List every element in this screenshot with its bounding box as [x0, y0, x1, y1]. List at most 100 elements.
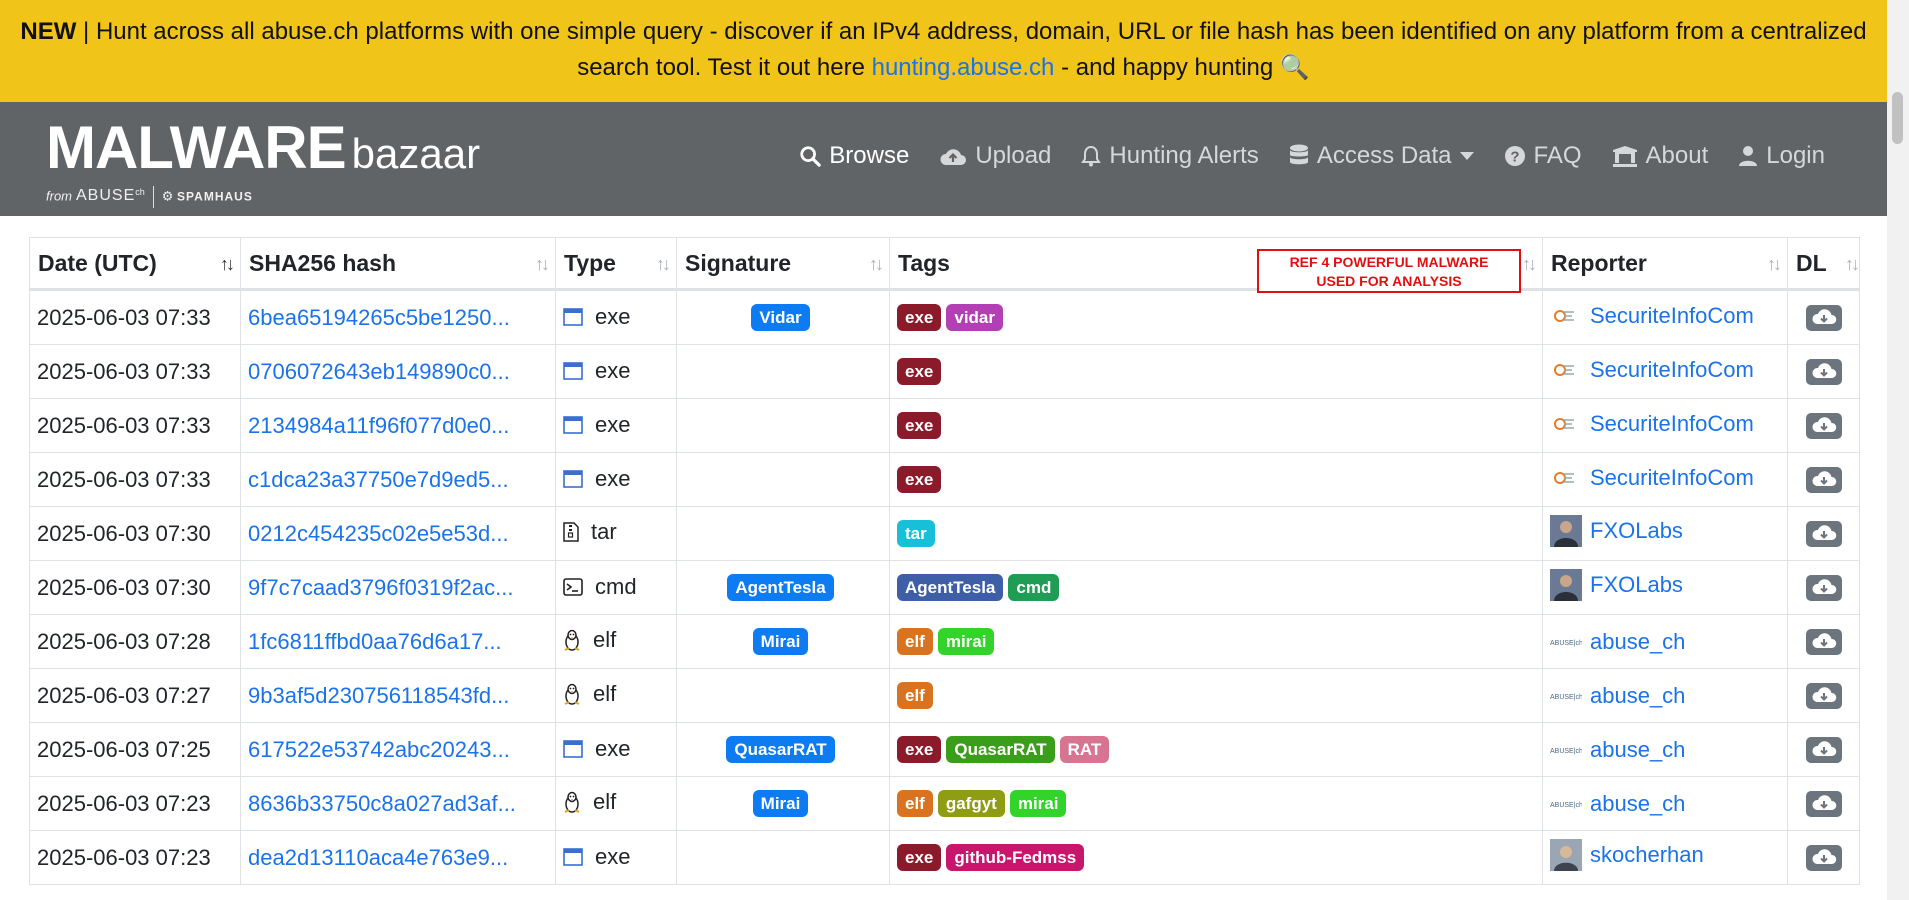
logo-abuse-sup: ch — [135, 187, 145, 198]
col-header-hash[interactable]: SHA256 hash ↑↓ — [240, 237, 556, 291]
reporter-link[interactable]: FXOLabs — [1590, 572, 1683, 598]
reporter-link[interactable]: SecuriteInfoCom — [1590, 465, 1754, 491]
nav-hunting-alerts[interactable]: Hunting Alerts — [1081, 142, 1259, 170]
hash-link[interactable]: 617522e53742abc20243... — [248, 737, 510, 762]
reporter-link[interactable]: abuse_ch — [1590, 791, 1685, 817]
scrollbar-thumb[interactable] — [1892, 92, 1903, 144]
page-scrollbar[interactable] — [1887, 0, 1909, 900]
tag-badge[interactable]: mirai — [937, 628, 995, 656]
table-row: 2025-06-03 07:33 c1dca23a37750e7d9ed5... e… — [29, 452, 1860, 507]
nav-faq[interactable]: ? FAQ — [1504, 142, 1582, 170]
hunting-link[interactable]: hunting.abuse.ch — [872, 54, 1055, 81]
svg-text:ABUSE|ch: ABUSE|ch — [1550, 694, 1582, 701]
tag-badge[interactable]: exe — [897, 844, 942, 872]
tag-badge[interactable]: exe — [897, 466, 942, 494]
cell-date: 2025-06-03 07:30 — [29, 560, 241, 615]
svg-text:ABUSE|ch: ABUSE|ch — [1550, 802, 1582, 809]
download-button[interactable] — [1805, 521, 1842, 548]
signature-badge[interactable]: Vidar — [751, 304, 810, 332]
nav-browse[interactable]: Browse — [799, 142, 909, 170]
cell-hash: 8636b33750c8a027ad3af... — [240, 776, 556, 831]
download-button[interactable] — [1805, 305, 1842, 332]
col-header-signature[interactable]: Signature ↑↓ — [676, 237, 890, 291]
hash-link[interactable]: 8636b33750c8a027ad3af... — [248, 791, 516, 816]
tag-badge[interactable]: exe — [897, 358, 942, 386]
cell-hash: 2134984a11f96f077d0e0... — [240, 398, 556, 453]
reporter-link[interactable]: SecuriteInfoCom — [1590, 411, 1754, 437]
download-button[interactable] — [1805, 683, 1842, 710]
tag-badge[interactable]: exe — [897, 304, 942, 332]
tag-badge[interactable]: AgentTesla — [897, 574, 1004, 602]
tag-badge[interactable]: exe — [897, 736, 942, 764]
cell-date: 2025-06-03 07:23 — [29, 776, 241, 831]
hash-link[interactable]: 9f7c7caad3796f0319f2ac... — [248, 575, 513, 600]
reporter-link[interactable]: FXOLabs — [1590, 518, 1683, 544]
nav-access-data[interactable]: Access Data — [1289, 142, 1474, 170]
reporter-link[interactable]: skocherhan — [1590, 842, 1704, 868]
tag-badge[interactable]: github-Fedmss — [946, 844, 1085, 872]
download-button[interactable] — [1805, 629, 1842, 656]
hash-link[interactable]: 0706072643eb149890c0... — [248, 359, 510, 384]
reporter-link[interactable]: abuse_ch — [1590, 629, 1685, 655]
cell-date: 2025-06-03 07:28 — [29, 614, 241, 669]
cell-reporter: SecuriteInfoCom — [1542, 398, 1788, 453]
nav-about[interactable]: About — [1612, 142, 1708, 170]
signature-badge[interactable]: AgentTesla — [727, 574, 834, 602]
cell-reporter: ABUSE|ch abuse_ch — [1542, 668, 1788, 723]
tag-badge[interactable]: QuasarRAT — [946, 736, 1055, 764]
hash-link[interactable]: c1dca23a37750e7d9ed5... — [248, 467, 509, 492]
malware-bazaar-logo[interactable]: MALWARE bazaar from ABUSEch ⚙ SPAMHAUS — [46, 116, 480, 208]
tag-badge[interactable]: RAT — [1059, 736, 1110, 764]
tag-badge[interactable]: elf — [897, 628, 933, 656]
tag-badge[interactable]: tar — [897, 520, 935, 548]
nav-login[interactable]: Login — [1738, 142, 1825, 170]
hash-link[interactable]: 1fc6811ffbd0aa76d6a17... — [248, 629, 502, 654]
download-button[interactable] — [1805, 467, 1842, 494]
download-button[interactable] — [1805, 413, 1842, 440]
reporter-link[interactable]: abuse_ch — [1590, 683, 1685, 709]
nav-upload[interactable]: Upload — [939, 142, 1051, 170]
reference-note-box: REF 4 POWERFUL MALWARE USED FOR ANALYSIS — [1257, 249, 1521, 293]
cell-reporter: skocherhan — [1542, 830, 1788, 885]
hash-link[interactable]: 0212c454235c02e5e53d... — [248, 521, 509, 546]
reporter-link[interactable]: SecuriteInfoCom — [1590, 303, 1754, 329]
tag-badge[interactable]: elf — [897, 682, 933, 710]
download-button[interactable] — [1805, 575, 1842, 602]
cell-reporter: ABUSE|ch abuse_ch — [1542, 722, 1788, 777]
cloud-download-icon — [1806, 413, 1842, 439]
col-header-dl[interactable]: DL ↑↓ — [1787, 237, 1860, 291]
hash-link[interactable]: 2134984a11f96f077d0e0... — [248, 413, 509, 438]
col-header-type[interactable]: Type ↑↓ — [555, 237, 677, 291]
cell-type: exe — [555, 452, 677, 507]
tag-badge[interactable]: vidar — [946, 304, 1004, 332]
table-row: 2025-06-03 07:23 dea2d13110aca4e763e9... e… — [29, 830, 1860, 885]
reporter-link[interactable]: abuse_ch — [1590, 737, 1685, 763]
top-navbar: MALWARE bazaar from ABUSEch ⚙ SPAMHAUS Brow… — [0, 102, 1887, 216]
tag-badge[interactable]: cmd — [1008, 574, 1060, 602]
reporter-link[interactable]: SecuriteInfoCom — [1590, 357, 1754, 383]
hash-link[interactable]: 6bea65194265c5be1250... — [248, 305, 510, 330]
download-button[interactable] — [1805, 845, 1842, 872]
logo-from-line: from ABUSEch ⚙ SPAMHAUS — [46, 186, 253, 208]
tag-badge[interactable]: mirai — [1009, 790, 1067, 818]
cell-type: elf — [555, 614, 677, 669]
download-button[interactable] — [1805, 737, 1842, 764]
cell-hash: 6bea65194265c5be1250... — [240, 289, 556, 345]
hash-link[interactable]: dea2d13110aca4e763e9... — [248, 845, 508, 870]
nav-label: Upload — [975, 142, 1052, 169]
exe-file-icon — [563, 847, 589, 866]
tag-badge[interactable]: exe — [897, 412, 942, 440]
col-header-date[interactable]: Date (UTC) ↑↓ — [29, 237, 241, 291]
download-button[interactable] — [1805, 359, 1842, 386]
download-button[interactable] — [1805, 791, 1842, 818]
hash-link[interactable]: 9b3af5d230756118543fd... — [248, 683, 509, 708]
cell-date: 2025-06-03 07:25 — [29, 722, 241, 777]
tag-badge[interactable]: gafgyt — [937, 790, 1005, 818]
avatar: ABUSE|ch — [1550, 788, 1582, 820]
col-header-reporter[interactable]: Reporter ↑↓ — [1542, 237, 1788, 291]
signature-badge[interactable]: QuasarRAT — [726, 736, 835, 764]
tag-badge[interactable]: elf — [897, 790, 933, 818]
cell-hash: c1dca23a37750e7d9ed5... — [240, 452, 556, 507]
signature-badge[interactable]: Mirai — [752, 628, 809, 656]
signature-badge[interactable]: Mirai — [752, 790, 809, 818]
